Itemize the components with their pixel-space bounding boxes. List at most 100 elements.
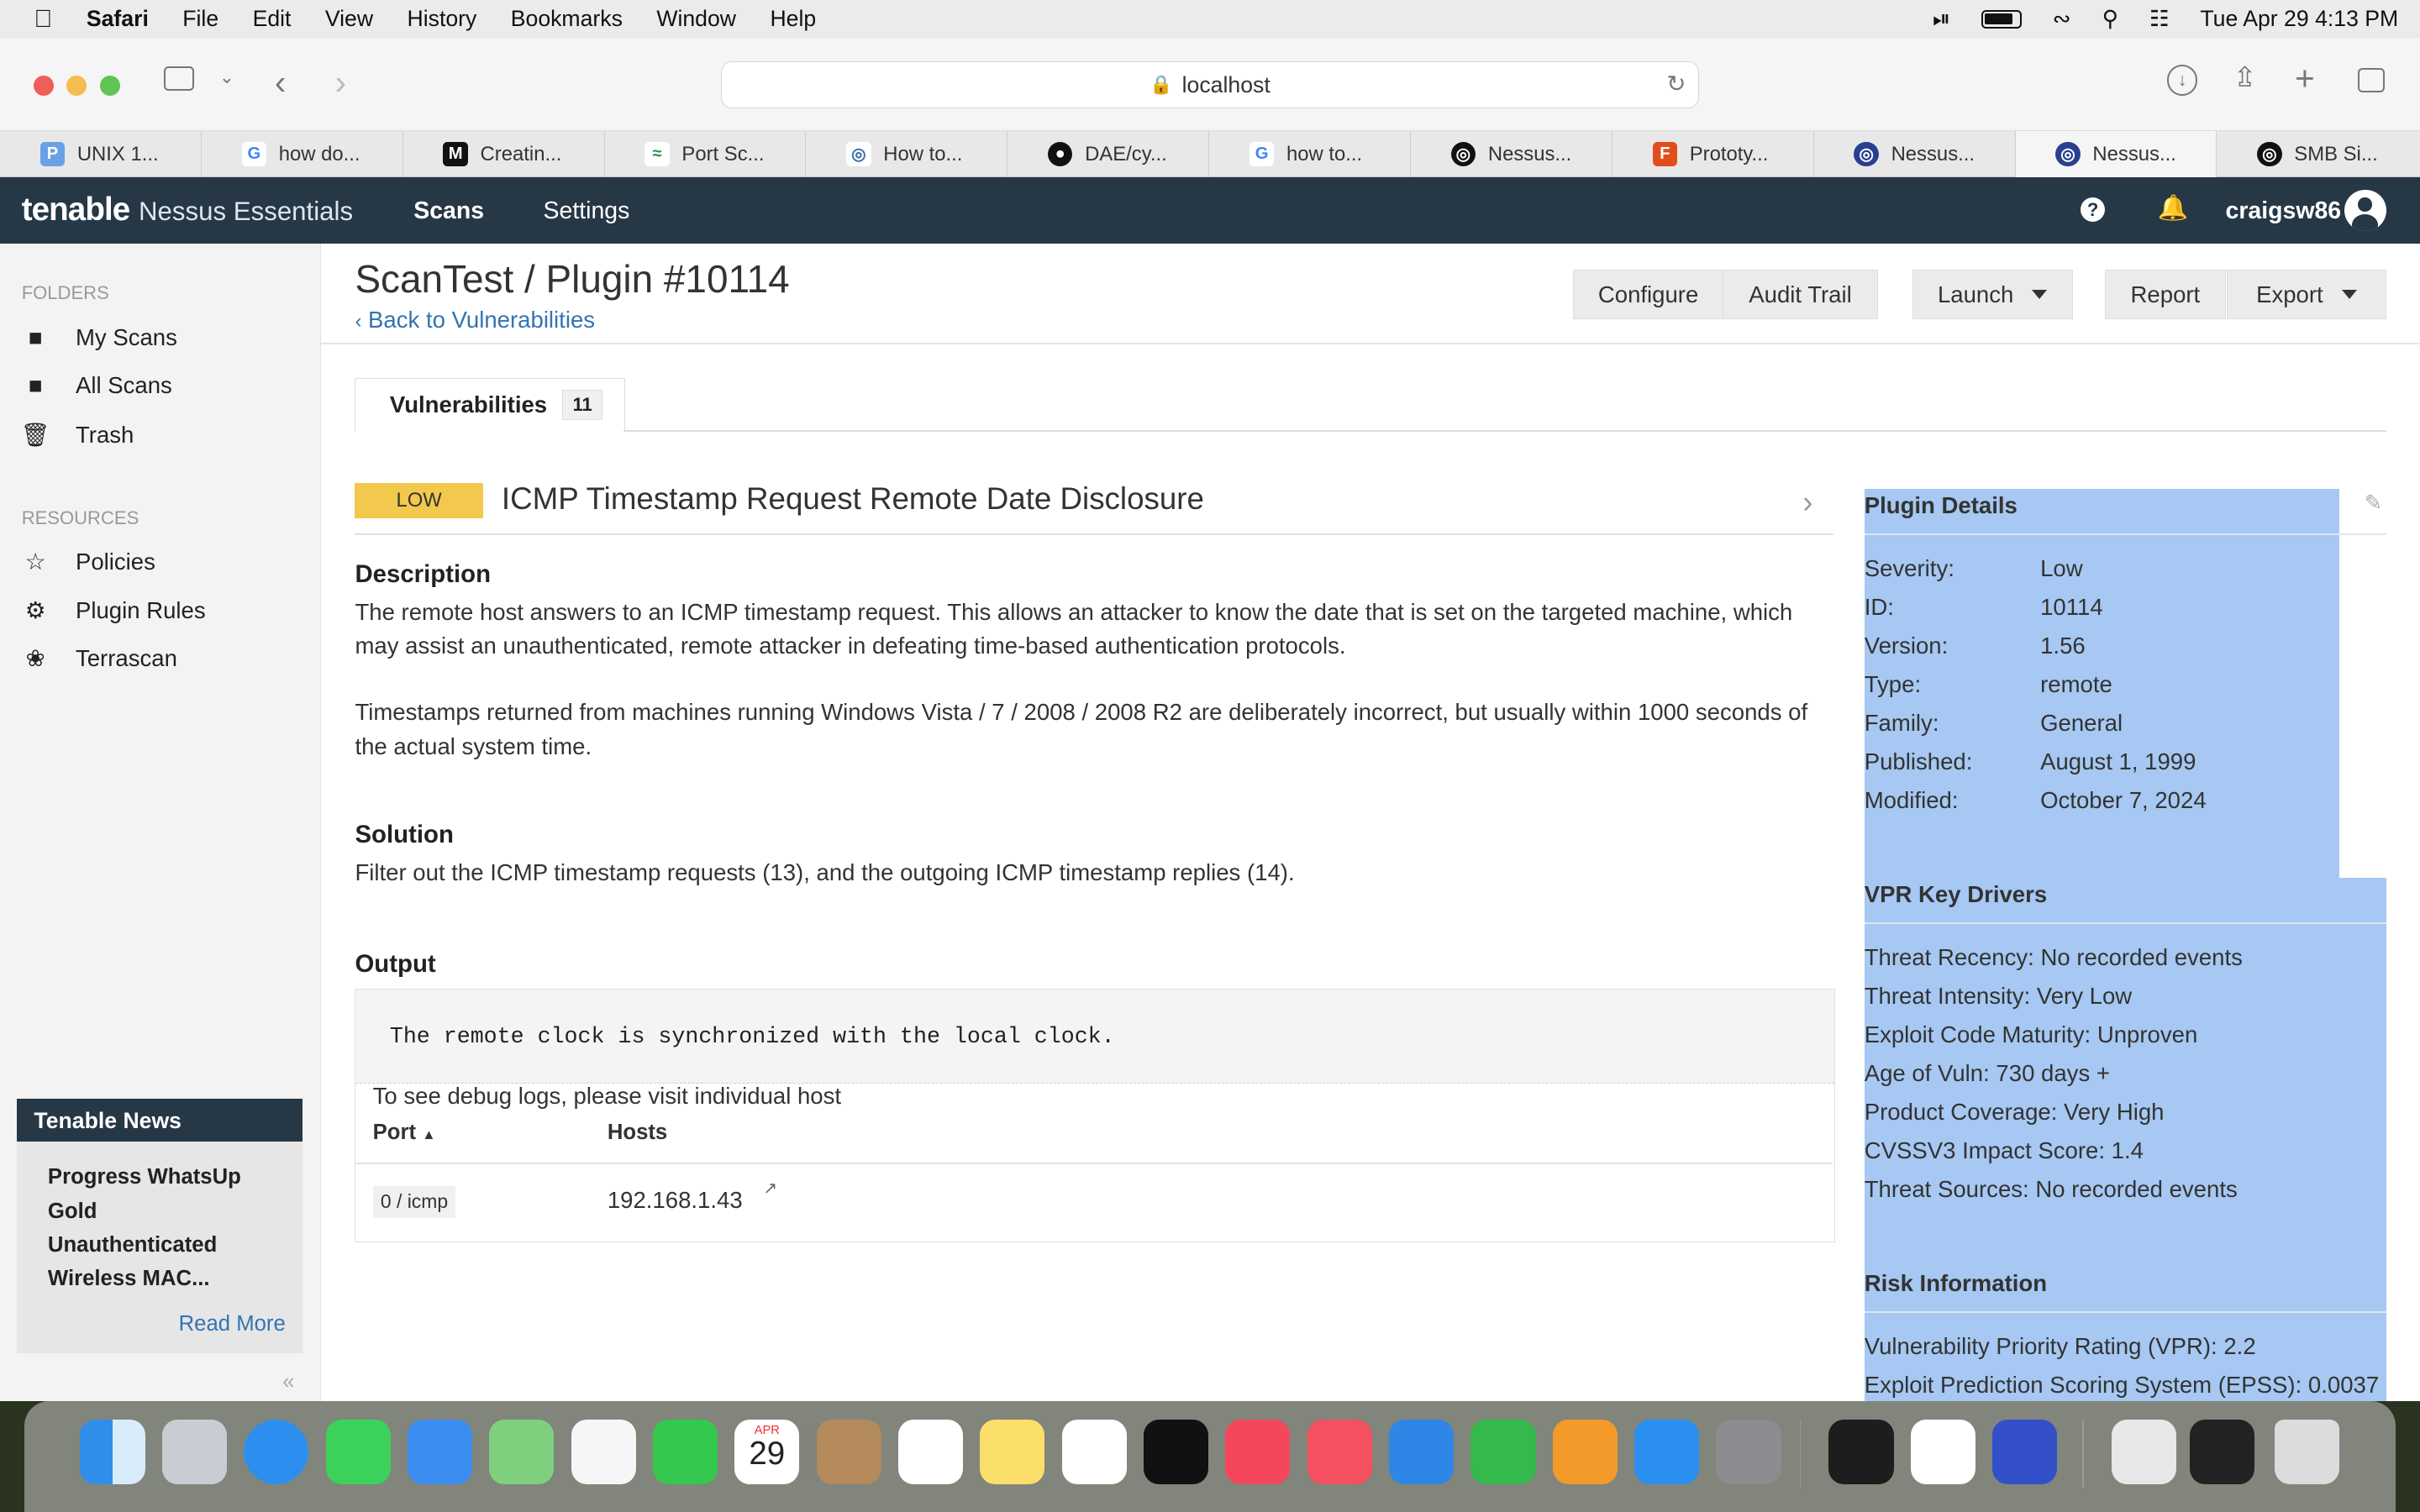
- browser-tab[interactable]: ◎ Nessus...: [1814, 131, 2016, 178]
- dock-facetime[interactable]: [652, 1419, 718, 1484]
- dock-terminal[interactable]: [1828, 1419, 1894, 1484]
- browser-tab[interactable]: F Prototy...: [1612, 131, 1814, 178]
- configure-button[interactable]: Configure: [1572, 270, 1724, 320]
- menu-file[interactable]: File: [182, 6, 218, 32]
- browser-tab[interactable]: ≈ Port Sc...: [605, 131, 807, 178]
- tenable-logo[interactable]: tenable Nessus Essentials: [22, 192, 353, 228]
- browser-tab[interactable]: M Creatin...: [403, 131, 605, 178]
- browser-tab[interactable]: ◎ How to...: [806, 131, 1008, 178]
- shield-icon: ☆: [24, 548, 46, 575]
- launch-button[interactable]: Launch: [1912, 270, 2073, 320]
- user-name[interactable]: craigsw86: [2226, 197, 2342, 225]
- menu-app-name[interactable]: Safari: [87, 6, 149, 32]
- search-icon[interactable]: ⚲: [2102, 6, 2119, 32]
- browser-tab[interactable]: ● DAE/cy...: [1007, 131, 1210, 178]
- dock-music[interactable]: [1225, 1419, 1291, 1484]
- dock-launchpad[interactable]: [161, 1419, 227, 1484]
- port-column-header[interactable]: Port ▲: [373, 1121, 436, 1145]
- export-button[interactable]: Export: [2227, 270, 2386, 320]
- nav-settings[interactable]: Settings: [544, 197, 630, 225]
- external-link-icon[interactable]: ↗: [763, 1178, 777, 1199]
- menu-help[interactable]: Help: [770, 6, 816, 32]
- back-icon[interactable]: ‹: [275, 63, 286, 102]
- sidebar-item-policies[interactable]: ☆ Policies: [22, 548, 155, 575]
- menu-edit[interactable]: Edit: [253, 6, 292, 32]
- share-icon[interactable]: ⇫: [2233, 60, 2257, 94]
- help-icon[interactable]: ?: [2080, 197, 2106, 223]
- tab-overview-icon[interactable]: [2358, 67, 2385, 93]
- battery-icon[interactable]: [1981, 9, 2022, 29]
- dock-mail[interactable]: [407, 1419, 473, 1484]
- sidebar-item-plugin-rules[interactable]: ⚙ Plugin Rules: [22, 597, 206, 625]
- tab-vulnerabilities[interactable]: Vulnerabilities 11: [355, 377, 625, 433]
- reload-icon[interactable]: ↻: [1666, 71, 1686, 97]
- address-bar[interactable]: 🔒 localhost ↻: [720, 61, 1700, 108]
- menu-bookmarks[interactable]: Bookmarks: [511, 6, 623, 32]
- wifi-icon[interactable]: ∾: [2053, 6, 2071, 32]
- dock-calendar[interactable]: APR 29: [734, 1419, 800, 1484]
- read-more-link[interactable]: Read More: [179, 1312, 286, 1336]
- forward-icon[interactable]: ›: [335, 63, 346, 102]
- host-link[interactable]: 192.168.1.43: [608, 1187, 743, 1214]
- browser-tab-active[interactable]: ◎ Nessus...: [2015, 131, 2217, 178]
- audit-trail-button[interactable]: Audit Trail: [1722, 270, 1879, 320]
- sidebar-item-my-scans[interactable]: ■ My Scans: [22, 324, 177, 352]
- sidebar-item-all-scans[interactable]: ■ All Scans: [22, 372, 172, 400]
- dock-preview[interactable]: [2111, 1419, 2176, 1484]
- dock-tv[interactable]: [1143, 1419, 1209, 1484]
- dock-keynote[interactable]: [1389, 1419, 1455, 1484]
- zoom-window-button[interactable]: [100, 75, 121, 96]
- dock-trash[interactable]: [2275, 1419, 2340, 1484]
- panel-divider: [1864, 1311, 2386, 1313]
- dock-reminders[interactable]: [897, 1419, 964, 1484]
- menu-view[interactable]: View: [325, 6, 373, 32]
- dock-news[interactable]: [1307, 1419, 1372, 1484]
- dock-nessus[interactable]: [1992, 1419, 2058, 1484]
- browser-tab[interactable]: Ghow do...: [202, 131, 403, 178]
- browser-tab[interactable]: P UNIX 1...: [0, 131, 202, 178]
- dock-vscode[interactable]: [1910, 1419, 1975, 1484]
- resources-heading: RESOURCES: [21, 507, 139, 529]
- dock-safari[interactable]: [244, 1419, 309, 1484]
- dock-system-settings[interactable]: [1716, 1419, 1781, 1484]
- edit-pencil-icon[interactable]: ✎: [2365, 491, 2383, 516]
- news-headline[interactable]: Progress WhatsUp Gold Unauthenticated Wi…: [17, 1142, 302, 1296]
- dock-numbers[interactable]: [1470, 1419, 1536, 1484]
- downloads-icon[interactable]: ↓: [2166, 65, 2198, 96]
- sidebar-item-trash[interactable]: 🗑 Trash: [21, 421, 134, 449]
- sidebar-toggle-icon[interactable]: [163, 66, 195, 92]
- avatar[interactable]: [2344, 189, 2386, 232]
- report-button[interactable]: Report: [2105, 270, 2226, 320]
- dock-photos[interactable]: [571, 1419, 636, 1484]
- sidebar-item-terrascan[interactable]: ❀ Terrascan: [22, 645, 177, 673]
- menu-window[interactable]: Window: [656, 6, 736, 32]
- menubar-clock[interactable]: Tue Apr 29 4:13 PM: [2200, 6, 2398, 32]
- collapse-sidebar-icon[interactable]: «: [282, 1370, 294, 1394]
- dock-contacts[interactable]: [816, 1419, 881, 1484]
- minimize-window-button[interactable]: [66, 75, 87, 96]
- dock-screen[interactable]: [2190, 1419, 2255, 1484]
- apple-icon[interactable]: : [34, 5, 52, 34]
- dock-finder[interactable]: [80, 1419, 145, 1484]
- browser-tab[interactable]: ◎ Nessus...: [1411, 131, 1612, 178]
- nav-scans[interactable]: Scans: [413, 197, 484, 225]
- menubar-status-area: ⏯ ∾ ⚲ ☷ Tue Apr 29 4:13 PM: [1933, 0, 2398, 39]
- browser-tab[interactable]: ◎ SMB Si...: [2217, 131, 2418, 177]
- new-tab-icon[interactable]: +: [2295, 59, 2315, 98]
- now-playing-icon[interactable]: ⏯: [1933, 6, 1950, 33]
- notifications-bell-icon[interactable]: 🔔: [2158, 194, 2189, 223]
- close-window-button[interactable]: [34, 75, 55, 96]
- chevron-right-icon[interactable]: ›: [1802, 485, 1812, 520]
- dock-app-store[interactable]: [1634, 1419, 1700, 1484]
- back-to-vulnerabilities-link[interactable]: ‹ Back to Vulnerabilities: [355, 307, 595, 333]
- chevron-down-icon[interactable]: ⌄: [219, 66, 234, 88]
- menu-history[interactable]: History: [408, 6, 477, 32]
- dock-maps[interactable]: [489, 1419, 555, 1484]
- plugin-details-title: Plugin Details: [1864, 491, 2018, 518]
- dock-freeform[interactable]: [1061, 1419, 1127, 1484]
- control-center-icon[interactable]: ☷: [2149, 6, 2170, 32]
- dock-notes[interactable]: [980, 1419, 1045, 1484]
- browser-tab[interactable]: Ghow to...: [1209, 131, 1412, 178]
- dock-pages[interactable]: [1552, 1419, 1618, 1484]
- dock-messages[interactable]: [325, 1419, 391, 1484]
